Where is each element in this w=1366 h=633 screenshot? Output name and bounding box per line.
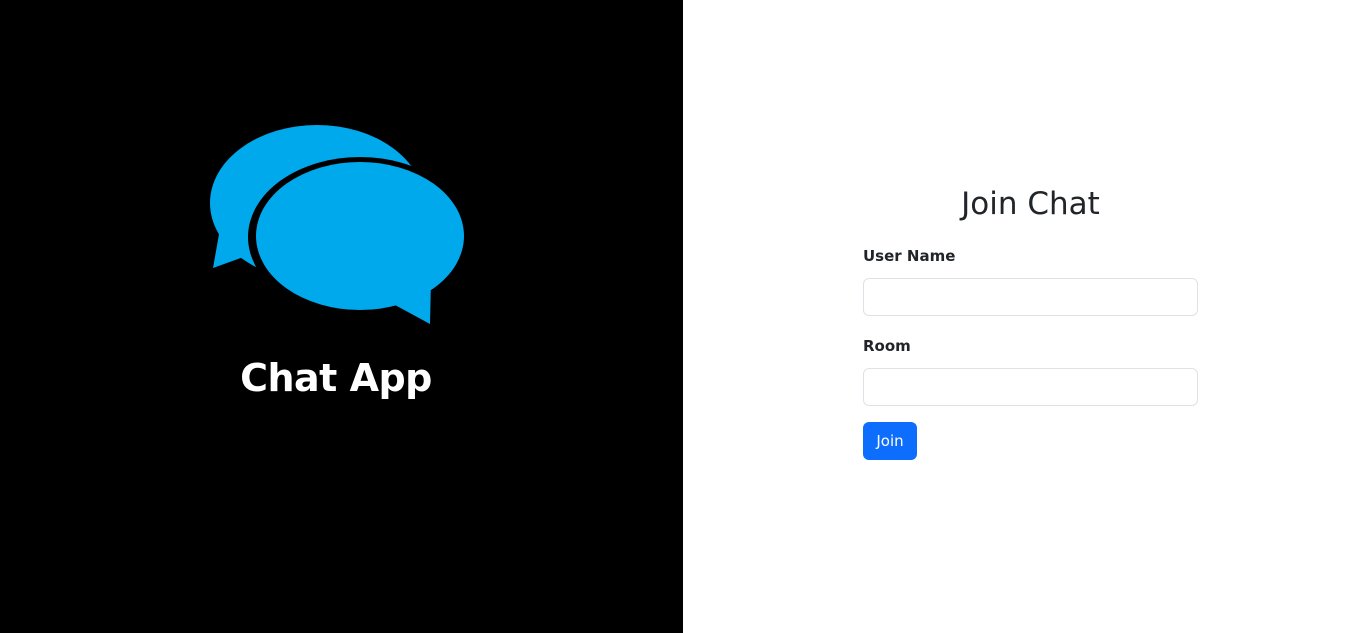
form-title: Join Chat <box>961 186 1100 222</box>
join-form: Join Chat User Name Room Join <box>863 180 1198 460</box>
join-button[interactable]: Join <box>863 422 917 460</box>
username-input[interactable] <box>863 278 1198 316</box>
username-label: User Name <box>863 247 956 265</box>
join-panel: Join Chat User Name Room Join <box>683 0 1366 633</box>
page: Chat App Join Chat User Name Room Join <box>0 0 1366 633</box>
room-label: Room <box>863 337 911 355</box>
app-title: Chat App <box>240 356 432 400</box>
chat-bubbles-icon <box>210 125 470 330</box>
room-input[interactable] <box>863 368 1198 406</box>
brand-panel: Chat App <box>0 0 683 633</box>
